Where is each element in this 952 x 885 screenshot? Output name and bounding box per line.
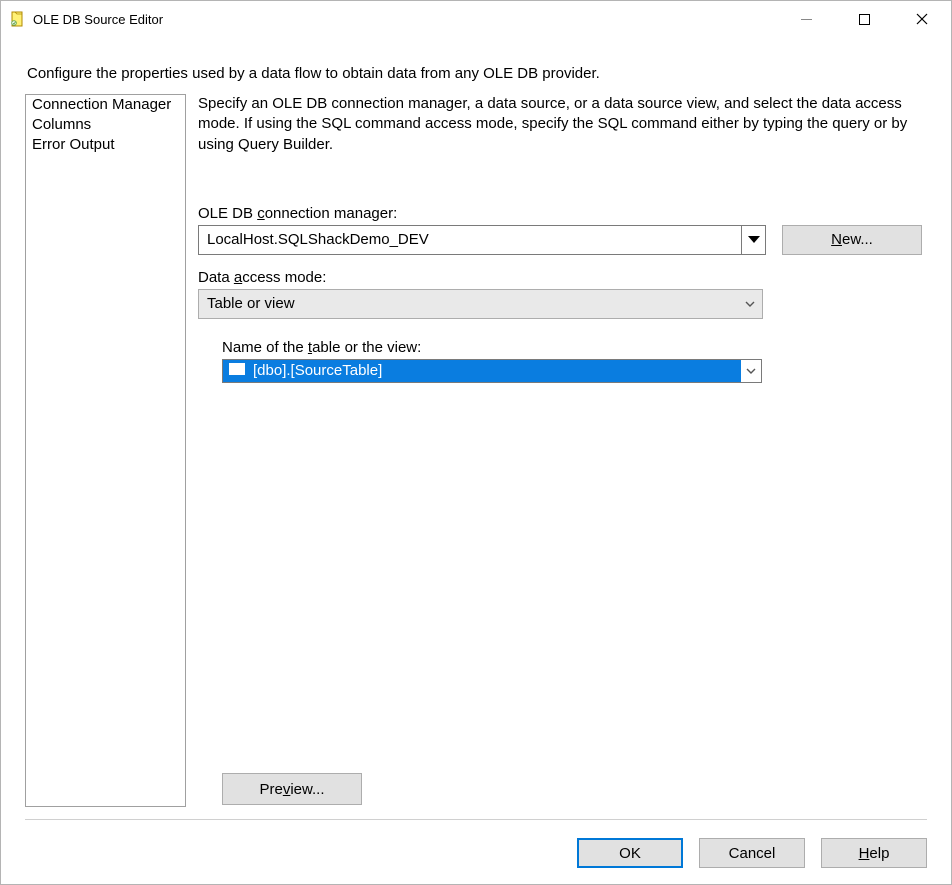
- conn-label-pre: OLE DB: [198, 205, 257, 222]
- title-bar: OLE DB Source Editor: [1, 1, 951, 37]
- maximize-icon: [859, 14, 870, 25]
- close-button[interactable]: [893, 1, 951, 37]
- preview-post: iew...: [290, 781, 324, 798]
- dropdown-arrow-icon: [741, 226, 765, 254]
- chevron-down-icon: [738, 290, 762, 318]
- connection-manager-dropdown[interactable]: LocalHost.SQLShackDemo_DEV: [198, 225, 766, 255]
- minimize-icon: [801, 14, 812, 25]
- table-name-selected: [dbo].[SourceTable]: [253, 362, 382, 379]
- data-access-mode-block: Data access mode: Table or view: [198, 269, 922, 319]
- table-name-dropdown[interactable]: [dbo].[SourceTable]: [222, 359, 762, 383]
- ok-button[interactable]: OK: [577, 838, 683, 868]
- help-button[interactable]: Help: [821, 838, 927, 868]
- conn-label-u: c: [257, 205, 265, 222]
- window-root: OLE DB Source Editor Configure the prope…: [0, 0, 952, 885]
- spacer: [198, 397, 922, 765]
- data-access-mode-value: Table or view: [207, 295, 295, 312]
- window-title: OLE DB Source Editor: [33, 12, 777, 27]
- side-item-connection-manager[interactable]: Connection Manager: [26, 95, 185, 115]
- cancel-button[interactable]: Cancel: [699, 838, 805, 868]
- table-label-pre: Name of the: [222, 339, 308, 356]
- preview-row: Preview...: [198, 765, 922, 807]
- connection-manager-label: OLE DB connection manager:: [198, 205, 922, 222]
- table-name-block: Name of the table or the view:: [222, 339, 922, 383]
- conn-label-post: onnection manager:: [265, 205, 398, 222]
- new-btn-post: ew...: [842, 231, 873, 248]
- data-access-mode-dropdown[interactable]: Table or view: [198, 289, 763, 319]
- footer-separator: [25, 819, 927, 820]
- app-icon: [9, 11, 25, 27]
- connection-manager-value: LocalHost.SQLShackDemo_DEV: [207, 231, 429, 248]
- table-name-label: Name of the table or the view:: [222, 339, 922, 356]
- preview-button[interactable]: Preview...: [222, 773, 362, 805]
- new-button[interactable]: New...: [782, 225, 922, 255]
- new-btn-u: N: [831, 231, 842, 248]
- help-u: H: [859, 845, 870, 862]
- main-panel: Specify an OLE DB connection manager, a …: [198, 94, 927, 807]
- footer: OK Cancel Help: [15, 838, 937, 870]
- data-access-mode-label: Data access mode:: [198, 269, 922, 286]
- intro-text: Configure the properties used by a data …: [15, 37, 937, 94]
- side-item-error-output[interactable]: Error Output: [26, 135, 185, 155]
- content-area: Configure the properties used by a data …: [1, 37, 951, 884]
- table-name-value-box: [dbo].[SourceTable]: [223, 360, 741, 382]
- dam-label-post: ccess mode:: [242, 269, 326, 286]
- dam-label-pre: Data: [198, 269, 234, 286]
- preview-pre: Pre: [259, 781, 282, 798]
- panel-description: Specify an OLE DB connection manager, a …: [198, 94, 922, 155]
- table-label-post: able or the view:: [312, 339, 421, 356]
- body-row: Connection Manager Columns Error Output …: [15, 94, 937, 807]
- side-item-columns[interactable]: Columns: [26, 115, 185, 135]
- close-icon: [916, 13, 928, 25]
- dam-label-u: a: [234, 269, 242, 286]
- connection-row: LocalHost.SQLShackDemo_DEV New...: [198, 225, 922, 255]
- minimize-button[interactable]: [777, 1, 835, 37]
- chevron-down-icon: [741, 360, 761, 382]
- window-controls: [777, 1, 951, 37]
- connection-manager-block: OLE DB connection manager: LocalHost.SQL…: [198, 205, 922, 255]
- maximize-button[interactable]: [835, 1, 893, 37]
- side-panel: Connection Manager Columns Error Output: [25, 94, 186, 807]
- help-post: elp: [869, 845, 889, 862]
- table-icon: [229, 362, 245, 379]
